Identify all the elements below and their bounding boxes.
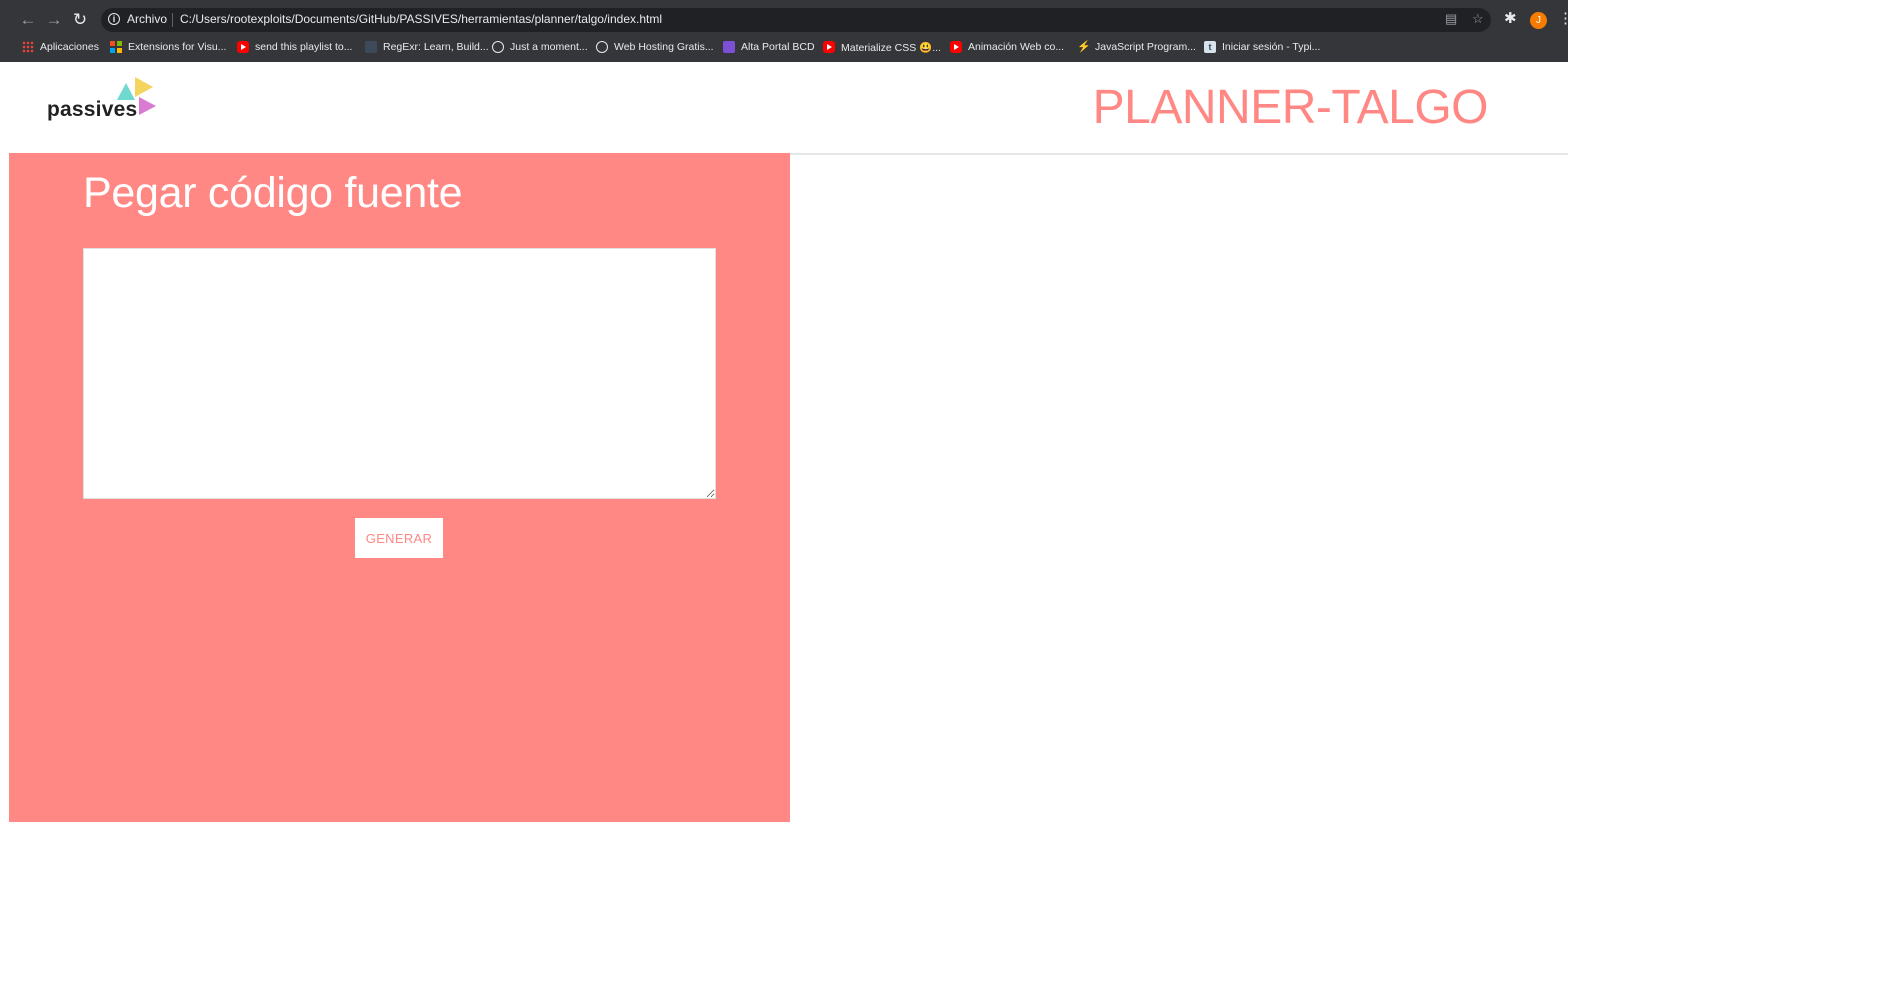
bookmark-item[interactable]: Just a moment... xyxy=(492,39,588,55)
back-arrow-icon[interactable]: ← xyxy=(15,5,41,35)
info-icon[interactable]: i xyxy=(108,13,120,25)
bookmark-label: Aplicaciones xyxy=(40,41,99,53)
url-divider xyxy=(172,13,173,27)
bookmark-label: Extensions for Visu... xyxy=(128,41,227,53)
bolt-icon: ⚡ xyxy=(1077,41,1091,53)
bookmark-label: Animación Web co... xyxy=(968,41,1065,53)
globe-icon xyxy=(596,41,608,53)
bookmark-item[interactable]: Materialize CSS 😃... xyxy=(823,39,941,55)
globe-icon xyxy=(492,41,504,53)
logo-text: passives xyxy=(47,98,138,121)
bookmark-label: Just a moment... xyxy=(510,41,588,53)
bookmark-label: Iniciar sesión - Typi... xyxy=(1222,41,1321,53)
bookmark-label: JavaScript Program... xyxy=(1095,41,1196,53)
browser-chrome: ← → ↻ i Archivo C:/Users/rootexploits/Do… xyxy=(0,0,1573,62)
bookmark-item[interactable]: Aplicaciones xyxy=(22,39,99,55)
star-bookmark-icon[interactable]: ☆ xyxy=(1472,11,1484,27)
menu-dots-icon[interactable]: ⋮ xyxy=(1558,9,1573,27)
passives-logo[interactable]: passives xyxy=(47,77,162,127)
youtube-icon xyxy=(950,41,962,53)
page-left-edge xyxy=(0,62,9,822)
panel-title: Pegar código fuente xyxy=(83,169,463,217)
microsoft-icon xyxy=(110,41,122,53)
bookmark-item[interactable]: Web Hosting Gratis... xyxy=(596,39,714,55)
url-text[interactable]: C:/Users/rootexploits/Documents/GitHub/P… xyxy=(180,12,662,26)
site-header: passives PLANNER-TALGO xyxy=(9,62,1568,155)
address-bar[interactable]: i Archivo C:/Users/rootexploits/Document… xyxy=(101,8,1491,32)
typing-icon: t xyxy=(1204,41,1216,53)
bookmark-label: RegExr: Learn, Build... xyxy=(383,41,489,53)
bookmark-item[interactable]: Alta Portal BCD xyxy=(723,39,815,55)
url-scheme-label: Archivo xyxy=(127,12,168,26)
source-code-panel: Pegar código fuente GENERAR xyxy=(9,153,790,822)
logo-yellow-triangle-icon xyxy=(135,77,153,97)
bookmark-item[interactable]: t Iniciar sesión - Typi... xyxy=(1204,39,1320,55)
source-code-textarea[interactable] xyxy=(83,248,716,499)
youtube-icon xyxy=(237,41,249,53)
browser-toolbar: ← → ↻ i Archivo C:/Users/rootexploits/Do… xyxy=(0,5,1573,35)
bookmark-item[interactable]: Animación Web co... xyxy=(950,39,1064,55)
translate-icon[interactable]: ▤ xyxy=(1445,11,1457,27)
bookmark-label: send this playlist to... xyxy=(255,41,353,53)
bookmark-item[interactable]: ⚡ JavaScript Program... xyxy=(1077,39,1196,55)
bookmark-item[interactable]: send this playlist to... xyxy=(237,39,352,55)
page-title: PLANNER-TALGO xyxy=(1092,81,1489,134)
logo-pink-triangle-icon xyxy=(139,97,156,115)
bookmark-label: Alta Portal BCD xyxy=(741,41,815,53)
bookmark-label: Web Hosting Gratis... xyxy=(614,41,714,53)
profile-avatar[interactable]: J xyxy=(1530,12,1547,29)
bookmark-item[interactable]: RegExr: Learn, Build... xyxy=(365,39,489,55)
bookmarks-bar: Aplicaciones Extensions for Visu... send… xyxy=(0,36,1568,58)
regexr-icon xyxy=(365,41,377,53)
generate-button[interactable]: GENERAR xyxy=(355,518,443,558)
bookmark-item[interactable]: Extensions for Visu... xyxy=(110,39,226,55)
forward-arrow-icon[interactable]: → xyxy=(41,5,67,35)
youtube-icon xyxy=(823,41,835,53)
extensions-puzzle-icon[interactable]: ✱ xyxy=(1504,9,1517,27)
apps-grid-icon xyxy=(22,41,34,53)
reload-icon[interactable]: ↻ xyxy=(67,5,93,35)
page-viewport: passives PLANNER-TALGO Pegar código fuen… xyxy=(0,62,1568,822)
bookmark-label: Materialize CSS 😃... xyxy=(841,41,942,54)
list-icon xyxy=(723,41,735,53)
